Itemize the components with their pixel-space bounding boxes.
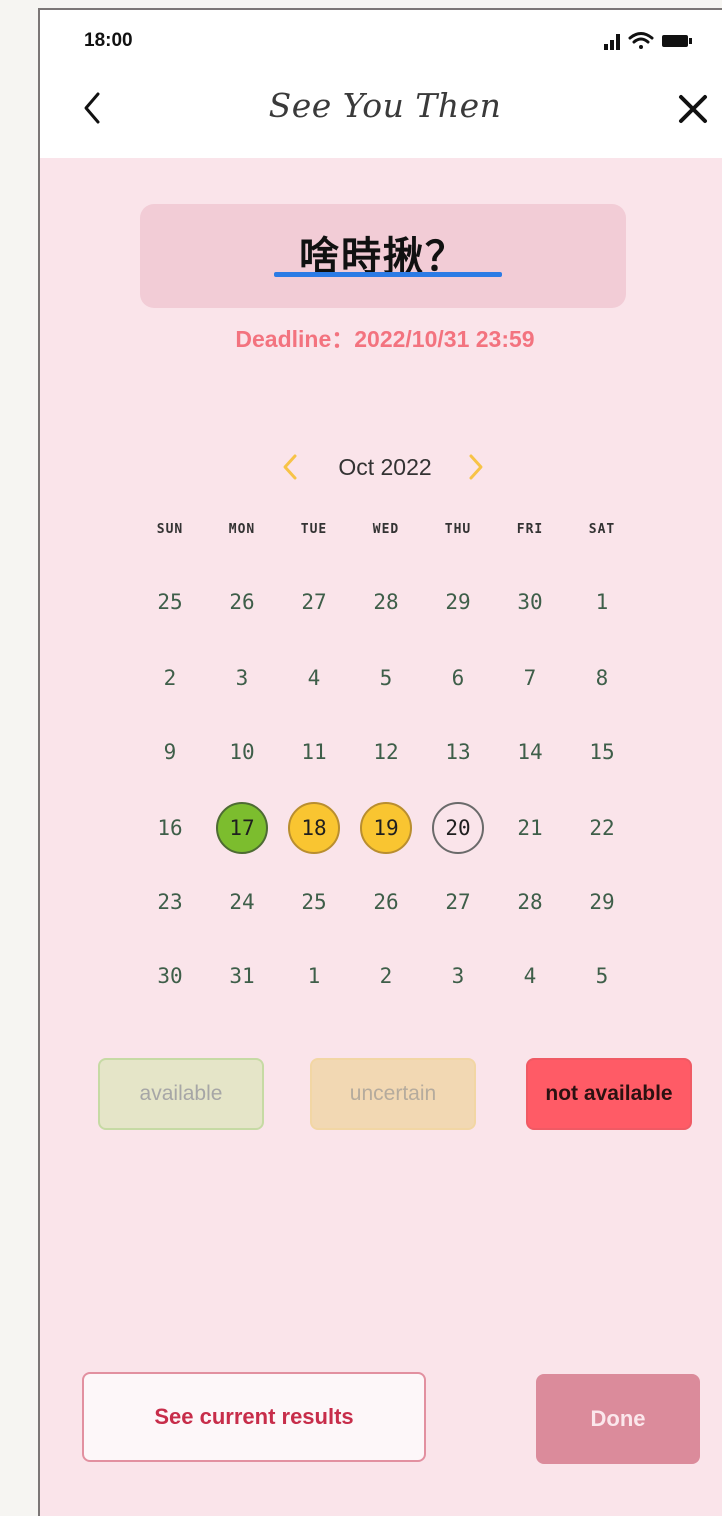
calendar-day[interactable]: 7	[504, 652, 556, 704]
close-icon[interactable]	[674, 90, 712, 128]
calendar-day[interactable]: 25	[144, 576, 196, 628]
status-time: 18:00	[84, 30, 133, 51]
calendar-day[interactable]: 11	[288, 726, 340, 778]
calendar-day[interactable]: 30	[144, 950, 196, 1002]
calendar-day[interactable]: 26	[360, 876, 412, 928]
month-label: Oct 2022	[338, 454, 432, 480]
calendar-day-available[interactable]: 17	[216, 802, 268, 854]
calendar-day[interactable]: 9	[144, 726, 196, 778]
status-icons	[604, 32, 692, 50]
calendar-day[interactable]: 2	[360, 950, 412, 1002]
see-results-button[interactable]: See current results	[82, 1372, 426, 1462]
calendar-day[interactable]: 29	[576, 876, 628, 928]
next-month-chevron-icon[interactable]	[464, 450, 488, 484]
calendar-day[interactable]: 24	[216, 876, 268, 928]
weekday-label: SAT	[588, 522, 616, 537]
calendar-day[interactable]: 3	[216, 652, 268, 704]
calendar-day-uncertain[interactable]: 18	[288, 802, 340, 854]
calendar-day[interactable]: 6	[432, 652, 484, 704]
weekday-label: THU	[444, 522, 472, 537]
weekday-label: WED	[372, 522, 400, 537]
weekday-label: FRI	[516, 522, 544, 537]
calendar-day[interactable]: 4	[504, 950, 556, 1002]
calendar-day[interactable]: 1	[288, 950, 340, 1002]
wifi-icon	[628, 32, 654, 49]
calendar-day[interactable]: 27	[432, 876, 484, 928]
calendar-day[interactable]: 5	[360, 652, 412, 704]
calendar-day[interactable]: 2	[144, 652, 196, 704]
done-button[interactable]: Done	[536, 1374, 700, 1464]
calendar-week: 16 17 18 19 20 21 22	[134, 802, 638, 854]
calendar-day[interactable]: 26	[216, 576, 268, 628]
calendar-day[interactable]: 10	[216, 726, 268, 778]
calendar-day[interactable]: 8	[576, 652, 628, 704]
calendar-day[interactable]: 23	[144, 876, 196, 928]
weekday-label: TUE	[300, 522, 328, 537]
calendar-day[interactable]: 28	[360, 576, 412, 628]
calendar-day[interactable]: 30	[504, 576, 556, 628]
month-navigator: Oct 2022	[40, 448, 722, 488]
calendar-day[interactable]: 31	[216, 950, 268, 1002]
weekday-label: SUN	[156, 522, 184, 537]
calendar-day[interactable]: 1	[576, 576, 628, 628]
calendar-day[interactable]: 29	[432, 576, 484, 628]
signal-icon	[604, 34, 620, 50]
calendar-day[interactable]: 15	[576, 726, 628, 778]
calendar-day[interactable]: 3	[432, 950, 484, 1002]
calendar-day[interactable]: 22	[576, 802, 628, 854]
top-bar: 18:00 See You Then	[40, 10, 722, 158]
calendar-day[interactable]: 5	[576, 950, 628, 1002]
spellcheck-underline	[274, 272, 502, 277]
app-title: See You Then	[268, 86, 502, 125]
calendar-day[interactable]: 21	[504, 802, 556, 854]
phone-screen: 18:00 See You Then 啥時揪？ Deadline：2022/10…	[38, 8, 722, 1516]
calendar-week: 30 31 1 2 3 4 5	[134, 956, 638, 996]
calendar-day[interactable]: 14	[504, 726, 556, 778]
not-available-button[interactable]: not available	[526, 1058, 692, 1130]
weekday-label: MON	[228, 522, 256, 537]
calendar-day[interactable]: 25	[288, 876, 340, 928]
calendar-day-selected[interactable]: 20	[432, 802, 484, 854]
calendar-week: 9 10 11 12 13 14 15	[134, 732, 638, 772]
calendar-week: 23 24 25 26 27 28 29	[134, 882, 638, 922]
calendar-day[interactable]: 13	[432, 726, 484, 778]
battery-icon	[662, 35, 692, 47]
question-card[interactable]: 啥時揪？	[140, 204, 626, 308]
uncertain-button[interactable]: uncertain	[310, 1058, 476, 1130]
calendar-day[interactable]: 27	[288, 576, 340, 628]
weekday-header: SUN MON TUE WED THU FRI SAT	[134, 512, 638, 552]
prev-month-chevron-icon[interactable]	[278, 450, 302, 484]
calendar-day[interactable]: 16	[144, 802, 196, 854]
available-button[interactable]: available	[98, 1058, 264, 1130]
deadline-text: Deadline：2022/10/31 23:59	[235, 326, 535, 352]
calendar-day-uncertain[interactable]: 19	[360, 802, 412, 854]
calendar-week: 25 26 27 28 29 30 1	[134, 582, 638, 622]
calendar-day[interactable]: 12	[360, 726, 412, 778]
calendar-day[interactable]: 28	[504, 876, 556, 928]
calendar-day[interactable]: 4	[288, 652, 340, 704]
calendar-week: 2 3 4 5 6 7 8	[134, 658, 638, 698]
